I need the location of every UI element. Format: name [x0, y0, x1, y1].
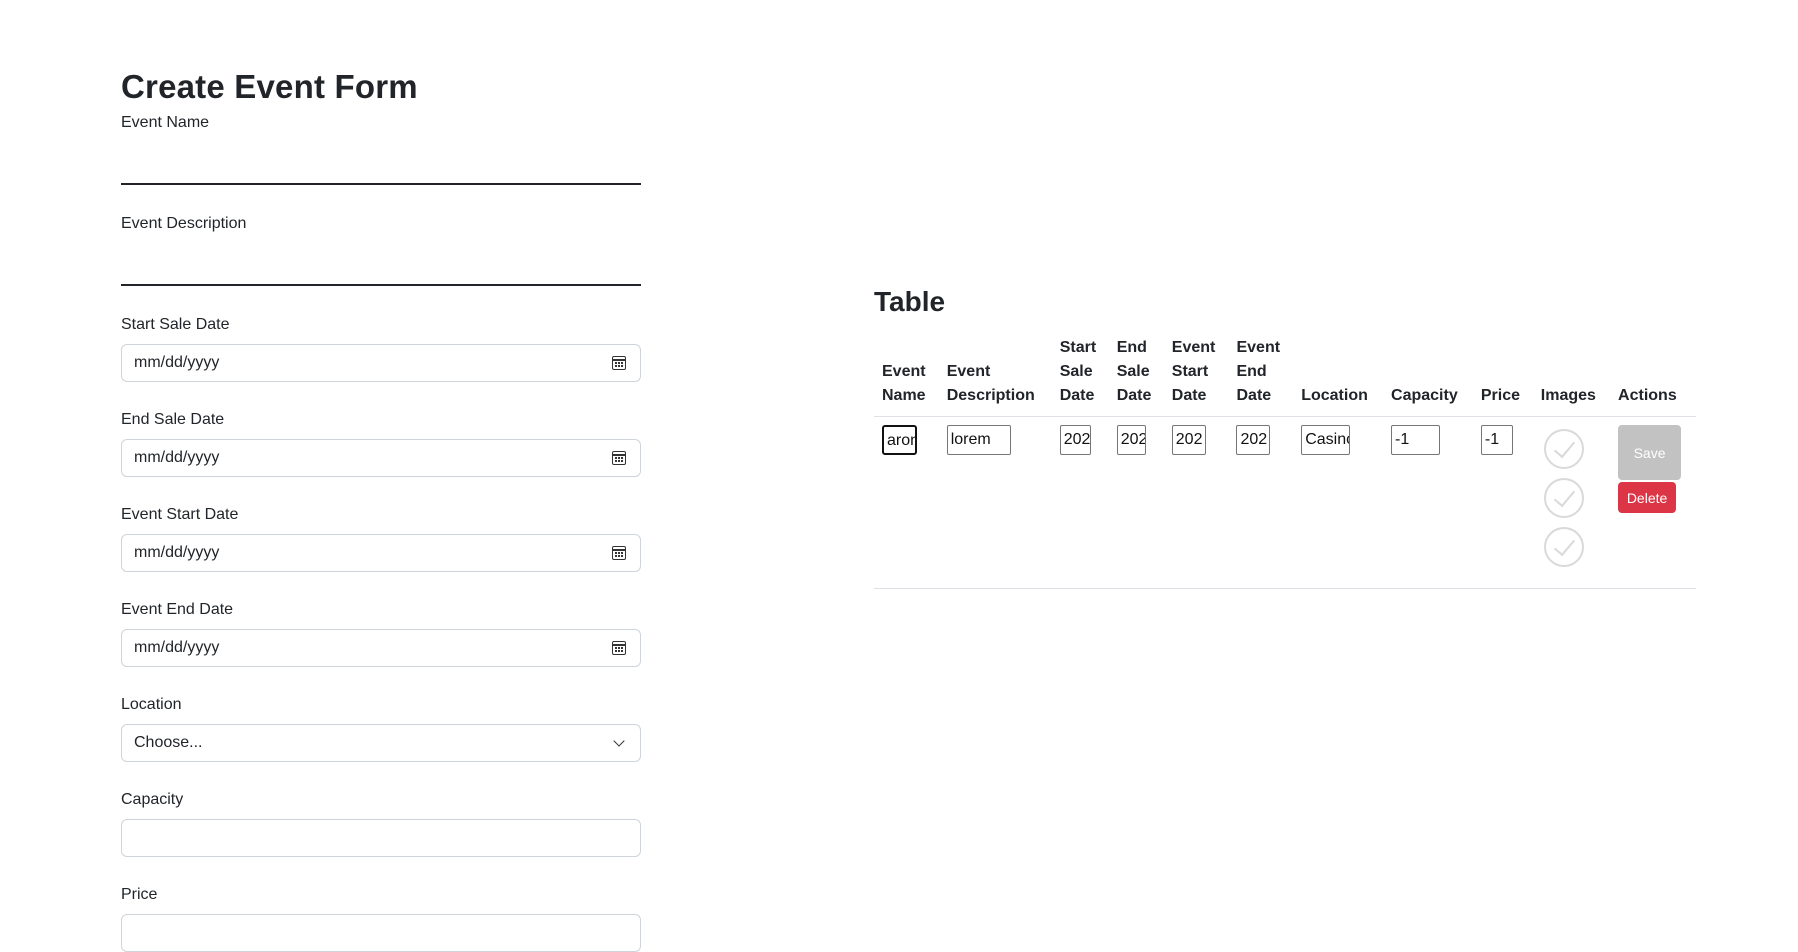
th-start-sale-date-line: Sale: [1059, 363, 1093, 380]
cell-start-sale-date: 202: [1051, 416, 1109, 589]
th-event-name-line: Name: [882, 387, 926, 404]
event-start-date-placeholder: mm/dd/yyyy: [134, 544, 220, 561]
th-end-sale-date-line: Sale: [1116, 363, 1150, 380]
save-button[interactable]: Save: [1618, 425, 1682, 480]
cell-location: Casino: [1293, 416, 1384, 589]
event-name-label: Event Name: [121, 114, 210, 131]
end-sale-date-label: End Sale Date: [121, 411, 225, 428]
cell-event-start-date: 202: [1163, 416, 1229, 589]
location-select[interactable]: Choose...: [121, 724, 641, 762]
check-circle-icon[interactable]: [1543, 429, 1584, 469]
cell-event-end-date: 202: [1228, 416, 1294, 589]
th-event-start-date-line: Event: [1171, 339, 1216, 356]
events-table: Event Name Event Description Start Sale …: [874, 336, 1696, 589]
delete-button[interactable]: Delete: [1618, 482, 1677, 513]
th-event-description: Event Description: [938, 336, 1052, 417]
start-sale-date-placeholder: mm/dd/yyyy: [134, 354, 220, 371]
row-location-input[interactable]: Casino: [1301, 425, 1351, 455]
capacity-input[interactable]: [121, 819, 641, 857]
cell-actions: Save Delete: [1610, 416, 1696, 589]
event-name-input[interactable]: [121, 145, 641, 185]
end-sale-date-input[interactable]: mm/dd/yyyy: [121, 439, 641, 477]
end-sale-date-placeholder: mm/dd/yyyy: [134, 449, 220, 466]
event-end-date-placeholder: mm/dd/yyyy: [134, 639, 220, 656]
check-circle-icon[interactable]: [1543, 478, 1584, 518]
th-actions: Actions: [1610, 336, 1696, 417]
th-event-end-date-line: End: [1236, 363, 1267, 380]
form-title: Create Event Form: [121, 68, 418, 105]
th-event-name-line: Event: [882, 363, 926, 380]
th-event-description-line: Event: [946, 363, 991, 380]
th-actions-line: Actions: [1618, 387, 1677, 404]
event-start-date-label: Event Start Date: [121, 506, 239, 523]
event-end-date-label: Event End Date: [121, 601, 234, 618]
cell-images: [1532, 416, 1611, 589]
cell-end-sale-date: 202: [1108, 416, 1164, 589]
event-description-label: Event Description: [121, 215, 247, 232]
th-event-start-date-line: Date: [1171, 387, 1207, 404]
event-end-date-input[interactable]: mm/dd/yyyy: [121, 629, 641, 667]
row-start-sale-date-input[interactable]: 202: [1059, 425, 1091, 455]
row-event-start-date-input[interactable]: 202: [1171, 425, 1206, 455]
th-start-sale-date-line: Start: [1059, 339, 1097, 356]
th-price: Price: [1472, 336, 1533, 417]
location-selected-value: Choose...: [134, 734, 203, 751]
calendar-icon[interactable]: [612, 546, 626, 560]
th-end-sale-date-line: End: [1116, 339, 1147, 356]
event-description-input[interactable]: [121, 246, 641, 286]
th-location-line: Location: [1301, 387, 1368, 404]
cell-capacity: -1: [1383, 416, 1473, 589]
th-event-start-date-line: Start: [1171, 363, 1209, 380]
th-event-start-date: Event Start Date: [1163, 336, 1229, 417]
th-images: Images: [1532, 336, 1611, 417]
price-label: Price: [121, 886, 158, 903]
chevron-down-icon: [613, 735, 625, 747]
th-start-sale-date-line: Date: [1059, 387, 1095, 404]
row-event-name-input[interactable]: aron: [882, 425, 917, 455]
calendar-icon[interactable]: [612, 641, 626, 655]
calendar-icon[interactable]: [612, 356, 626, 370]
table-title: Table: [874, 286, 946, 317]
row-capacity-input[interactable]: -1: [1391, 425, 1441, 455]
start-sale-date-input[interactable]: mm/dd/yyyy: [121, 344, 641, 382]
th-event-end-date: Event End Date: [1228, 336, 1294, 417]
th-event-end-date-line: Date: [1236, 387, 1272, 404]
th-event-description-line: Description: [946, 387, 1035, 404]
event-start-date-input[interactable]: mm/dd/yyyy: [121, 534, 641, 572]
th-event-name: Event Name: [874, 336, 939, 417]
row-end-sale-date-input[interactable]: 202: [1116, 425, 1146, 455]
table-row: aron lorem 202 202 202 202 Casino -1 -1 …: [874, 416, 1696, 589]
location-label: Location: [121, 696, 182, 713]
row-price-input[interactable]: -1: [1480, 425, 1513, 455]
table-header-row: Event Name Event Description Start Sale …: [874, 336, 1696, 417]
price-input[interactable]: [121, 914, 641, 952]
th-images-line: Images: [1540, 387, 1596, 404]
start-sale-date-label: Start Sale Date: [121, 316, 230, 333]
create-event-form: Create Event Form Event Name Event Descr…: [121, 62, 641, 952]
th-location: Location: [1293, 336, 1384, 417]
events-table-section: Table Event Name Event Description Start…: [874, 280, 1696, 589]
calendar-icon[interactable]: [612, 451, 626, 465]
th-capacity-line: Capacity: [1391, 387, 1458, 404]
th-start-sale-date: Start Sale Date: [1051, 336, 1109, 417]
th-end-sale-date-line: Date: [1116, 387, 1152, 404]
th-capacity: Capacity: [1383, 336, 1473, 417]
row-event-end-date-input[interactable]: 202: [1236, 425, 1271, 455]
cell-price: -1: [1472, 416, 1533, 589]
th-event-end-date-line: Event: [1236, 339, 1281, 356]
capacity-label: Capacity: [121, 791, 184, 808]
cell-event-name: aron: [874, 416, 939, 589]
check-circle-icon[interactable]: [1543, 527, 1584, 567]
row-event-description-input[interactable]: lorem: [946, 425, 1011, 455]
th-end-sale-date: End Sale Date: [1108, 336, 1164, 417]
th-price-line: Price: [1480, 387, 1520, 404]
cell-event-description: lorem: [938, 416, 1052, 589]
